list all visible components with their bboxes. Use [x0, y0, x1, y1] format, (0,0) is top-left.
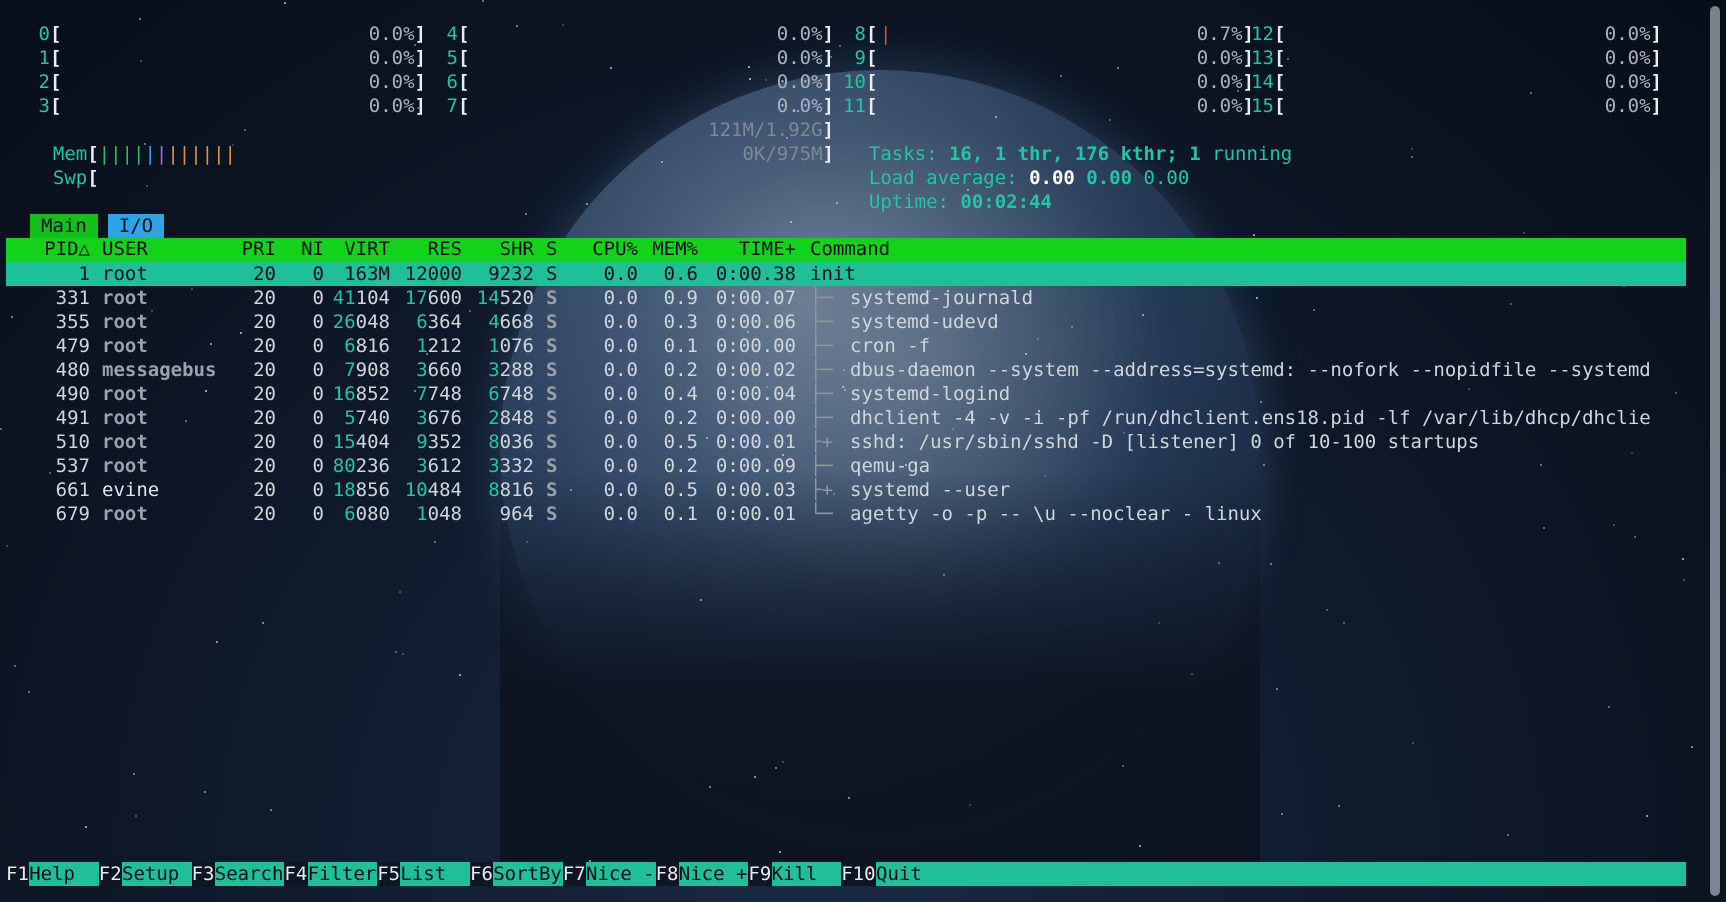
fkey-f7[interactable]: F7	[562, 862, 586, 886]
fkey-label-f3[interactable]: Search	[215, 862, 285, 886]
terminal-scrollbar[interactable]	[1710, 6, 1720, 896]
fkey-label-f1[interactable]: Help	[29, 862, 99, 886]
fkey-f5[interactable]: F5	[377, 862, 401, 886]
function-keys: F1 Help F2 Setup F3 Search F4 Filter F5 List F6 Sor…	[0, 0, 1726, 902]
fkey-label-f9[interactable]: Kill	[772, 862, 842, 886]
fkey-label-f4[interactable]: Filter	[308, 862, 378, 886]
fkey-f2[interactable]: F2	[98, 862, 122, 886]
fkey-label-f6[interactable]: SortBy	[493, 862, 563, 886]
fkey-f6[interactable]: F6	[470, 862, 494, 886]
fkey-f4[interactable]: F4	[284, 862, 308, 886]
fkey-label-f7[interactable]: Nice -	[586, 862, 656, 886]
fkey-label-f2[interactable]: Setup	[122, 862, 192, 886]
fkey-label-f10[interactable]: Quit	[876, 862, 946, 886]
fkey-f8[interactable]: F8	[655, 862, 679, 886]
fkey-f10[interactable]: F10	[841, 862, 876, 886]
fkey-f3[interactable]: F3	[191, 862, 215, 886]
fkey-f1[interactable]: F1	[6, 862, 30, 886]
fkey-label-f8[interactable]: Nice +	[679, 862, 749, 886]
fkey-f9[interactable]: F9	[748, 862, 772, 886]
fkey-label-f5[interactable]: List	[400, 862, 470, 886]
